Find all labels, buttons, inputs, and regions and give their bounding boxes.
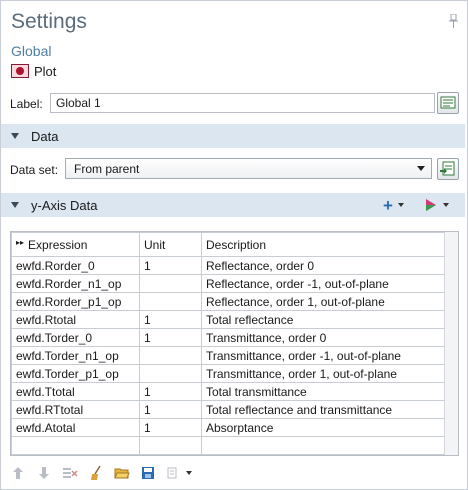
expression-cell[interactable]: ewfd.RTtotal <box>11 400 140 419</box>
description-cell[interactable]: Transmittance, order 1, out-of-plane <box>201 364 446 383</box>
table-row[interactable]: ewfd.Ttotal 1 Total transmittance <box>11 382 446 401</box>
dataset-label: Data set: <box>10 163 59 177</box>
table-row[interactable]: ewfd.Rorder_0 1 Reflectance, order 0 <box>11 256 446 275</box>
unit-cell[interactable]: 1 <box>139 400 202 419</box>
column-header-expression[interactable]: ▸▸ Expression <box>11 232 140 257</box>
plus-icon: + <box>383 195 393 215</box>
add-expression-button[interactable]: + <box>383 193 404 217</box>
table-row[interactable]: ewfd.RTtotal 1 Total reflectance and trans… <box>11 400 446 419</box>
table-row[interactable]: ewfd.Rorder_p1_op Reflectance, order 1, o… <box>11 292 446 311</box>
table-row[interactable]: ewfd.Rorder_n1_op Reflectance, order -1, … <box>11 274 446 293</box>
chevron-down-icon <box>185 471 192 475</box>
y-axis-section-title: y-Axis Data <box>31 197 98 213</box>
edit-label-button[interactable] <box>437 92 459 114</box>
label-caption: Label: <box>10 97 43 111</box>
plot-icon <box>11 64 29 78</box>
node-type-label: Global <box>11 43 52 59</box>
collapse-caret-icon <box>11 202 19 208</box>
expression-cell[interactable] <box>11 436 140 455</box>
save-icon[interactable] <box>140 465 156 481</box>
unit-cell[interactable] <box>139 364 202 383</box>
description-cell[interactable]: Absorptance <box>201 418 446 437</box>
description-cell[interactable] <box>201 436 446 455</box>
unit-cell[interactable]: 1 <box>139 310 202 329</box>
collapse-caret-icon <box>11 133 19 139</box>
description-cell[interactable]: Reflectance, order 1, out-of-plane <box>201 292 446 311</box>
table-row[interactable]: ewfd.Torder_n1_op Transmittance, order -1… <box>11 346 446 365</box>
dataset-row: Data set: From parent <box>10 158 460 180</box>
description-cell[interactable]: Transmittance, order -1, out-of-plane <box>201 346 446 365</box>
description-cell[interactable]: Total reflectance <box>201 310 446 329</box>
clear-icon[interactable] <box>88 465 104 481</box>
table-row[interactable]: ewfd.Torder_0 1 Transmittance, order 0 <box>11 328 446 347</box>
description-cell[interactable]: Total transmittance <box>201 382 446 401</box>
panel-title: Settings <box>11 10 87 33</box>
unit-cell[interactable] <box>139 274 202 293</box>
table-scrollbar[interactable] <box>444 232 458 455</box>
pin-icon[interactable] <box>449 14 458 28</box>
unit-cell[interactable]: 1 <box>139 418 202 437</box>
go-to-source-icon <box>440 161 455 176</box>
description-cell[interactable]: Total reflectance and transmittance <box>201 400 446 419</box>
column-header-description[interactable]: Description <box>201 232 446 257</box>
chevron-down-icon <box>397 203 404 207</box>
table-row[interactable]: ewfd.Atotal 1 Absorptance <box>11 418 446 437</box>
y-axis-section-header[interactable]: y-Axis Data + <box>1 193 465 217</box>
chevron-down-icon <box>417 166 425 171</box>
edit-label-icon <box>440 96 456 109</box>
unit-cell[interactable]: 1 <box>139 256 202 275</box>
label-row: Label: <box>10 92 460 115</box>
unit-cell[interactable]: 1 <box>139 328 202 347</box>
node-label[interactable]: Plot <box>34 64 56 79</box>
delete-icon[interactable] <box>62 465 78 481</box>
sort-icon: ▸▸ <box>16 237 25 247</box>
replace-expression-icon <box>426 199 436 211</box>
unit-cell[interactable]: 1 <box>139 382 202 401</box>
expression-cell[interactable]: ewfd.Rtotal <box>11 310 140 329</box>
node-path: Plot <box>11 63 56 79</box>
description-cell[interactable]: Reflectance, order 0 <box>201 256 446 275</box>
expression-cell[interactable]: ewfd.Torder_0 <box>11 328 140 347</box>
expression-cell[interactable]: ewfd.Torder_n1_op <box>11 346 140 365</box>
table-row[interactable] <box>11 436 446 455</box>
expression-cell[interactable]: ewfd.Rorder_n1_op <box>11 274 140 293</box>
data-section-header[interactable]: Data <box>1 124 465 148</box>
table-row[interactable]: ewfd.Rtotal 1 Total reflectance <box>11 310 446 329</box>
replace-expression-button[interactable] <box>424 193 449 217</box>
column-header-unit[interactable]: Unit <box>139 232 202 257</box>
open-icon[interactable] <box>114 465 130 481</box>
expression-cell[interactable]: ewfd.Ttotal <box>11 382 140 401</box>
table-toolbar <box>10 462 192 484</box>
dataset-value: From parent <box>74 162 140 176</box>
expression-cell[interactable]: ewfd.Rorder_0 <box>11 256 140 275</box>
description-cell[interactable]: Transmittance, order 0 <box>201 328 446 347</box>
description-cell[interactable]: Reflectance, order -1, out-of-plane <box>201 274 446 293</box>
data-section-title: Data <box>31 128 59 144</box>
move-down-icon[interactable] <box>36 465 52 481</box>
expression-cell[interactable]: ewfd.Torder_p1_op <box>11 364 140 383</box>
expression-table: ▸▸ Expression Unit Description ewfd.Rorde… <box>10 231 459 456</box>
unit-cell[interactable] <box>139 292 202 311</box>
expression-cell[interactable]: ewfd.Atotal <box>11 418 140 437</box>
expression-cell[interactable]: ewfd.Rorder_p1_op <box>11 292 140 311</box>
unit-cell[interactable] <box>139 346 202 365</box>
chevron-down-icon <box>443 203 449 207</box>
table-row[interactable]: ewfd.Torder_p1_op Transmittance, order 1,… <box>11 364 446 383</box>
move-up-icon[interactable] <box>10 465 26 481</box>
dataset-select[interactable]: From parent <box>65 158 432 179</box>
more-options-icon[interactable] <box>166 465 192 481</box>
unit-cell[interactable] <box>139 436 202 455</box>
go-to-source-button[interactable] <box>437 158 459 180</box>
label-input[interactable] <box>50 93 435 113</box>
